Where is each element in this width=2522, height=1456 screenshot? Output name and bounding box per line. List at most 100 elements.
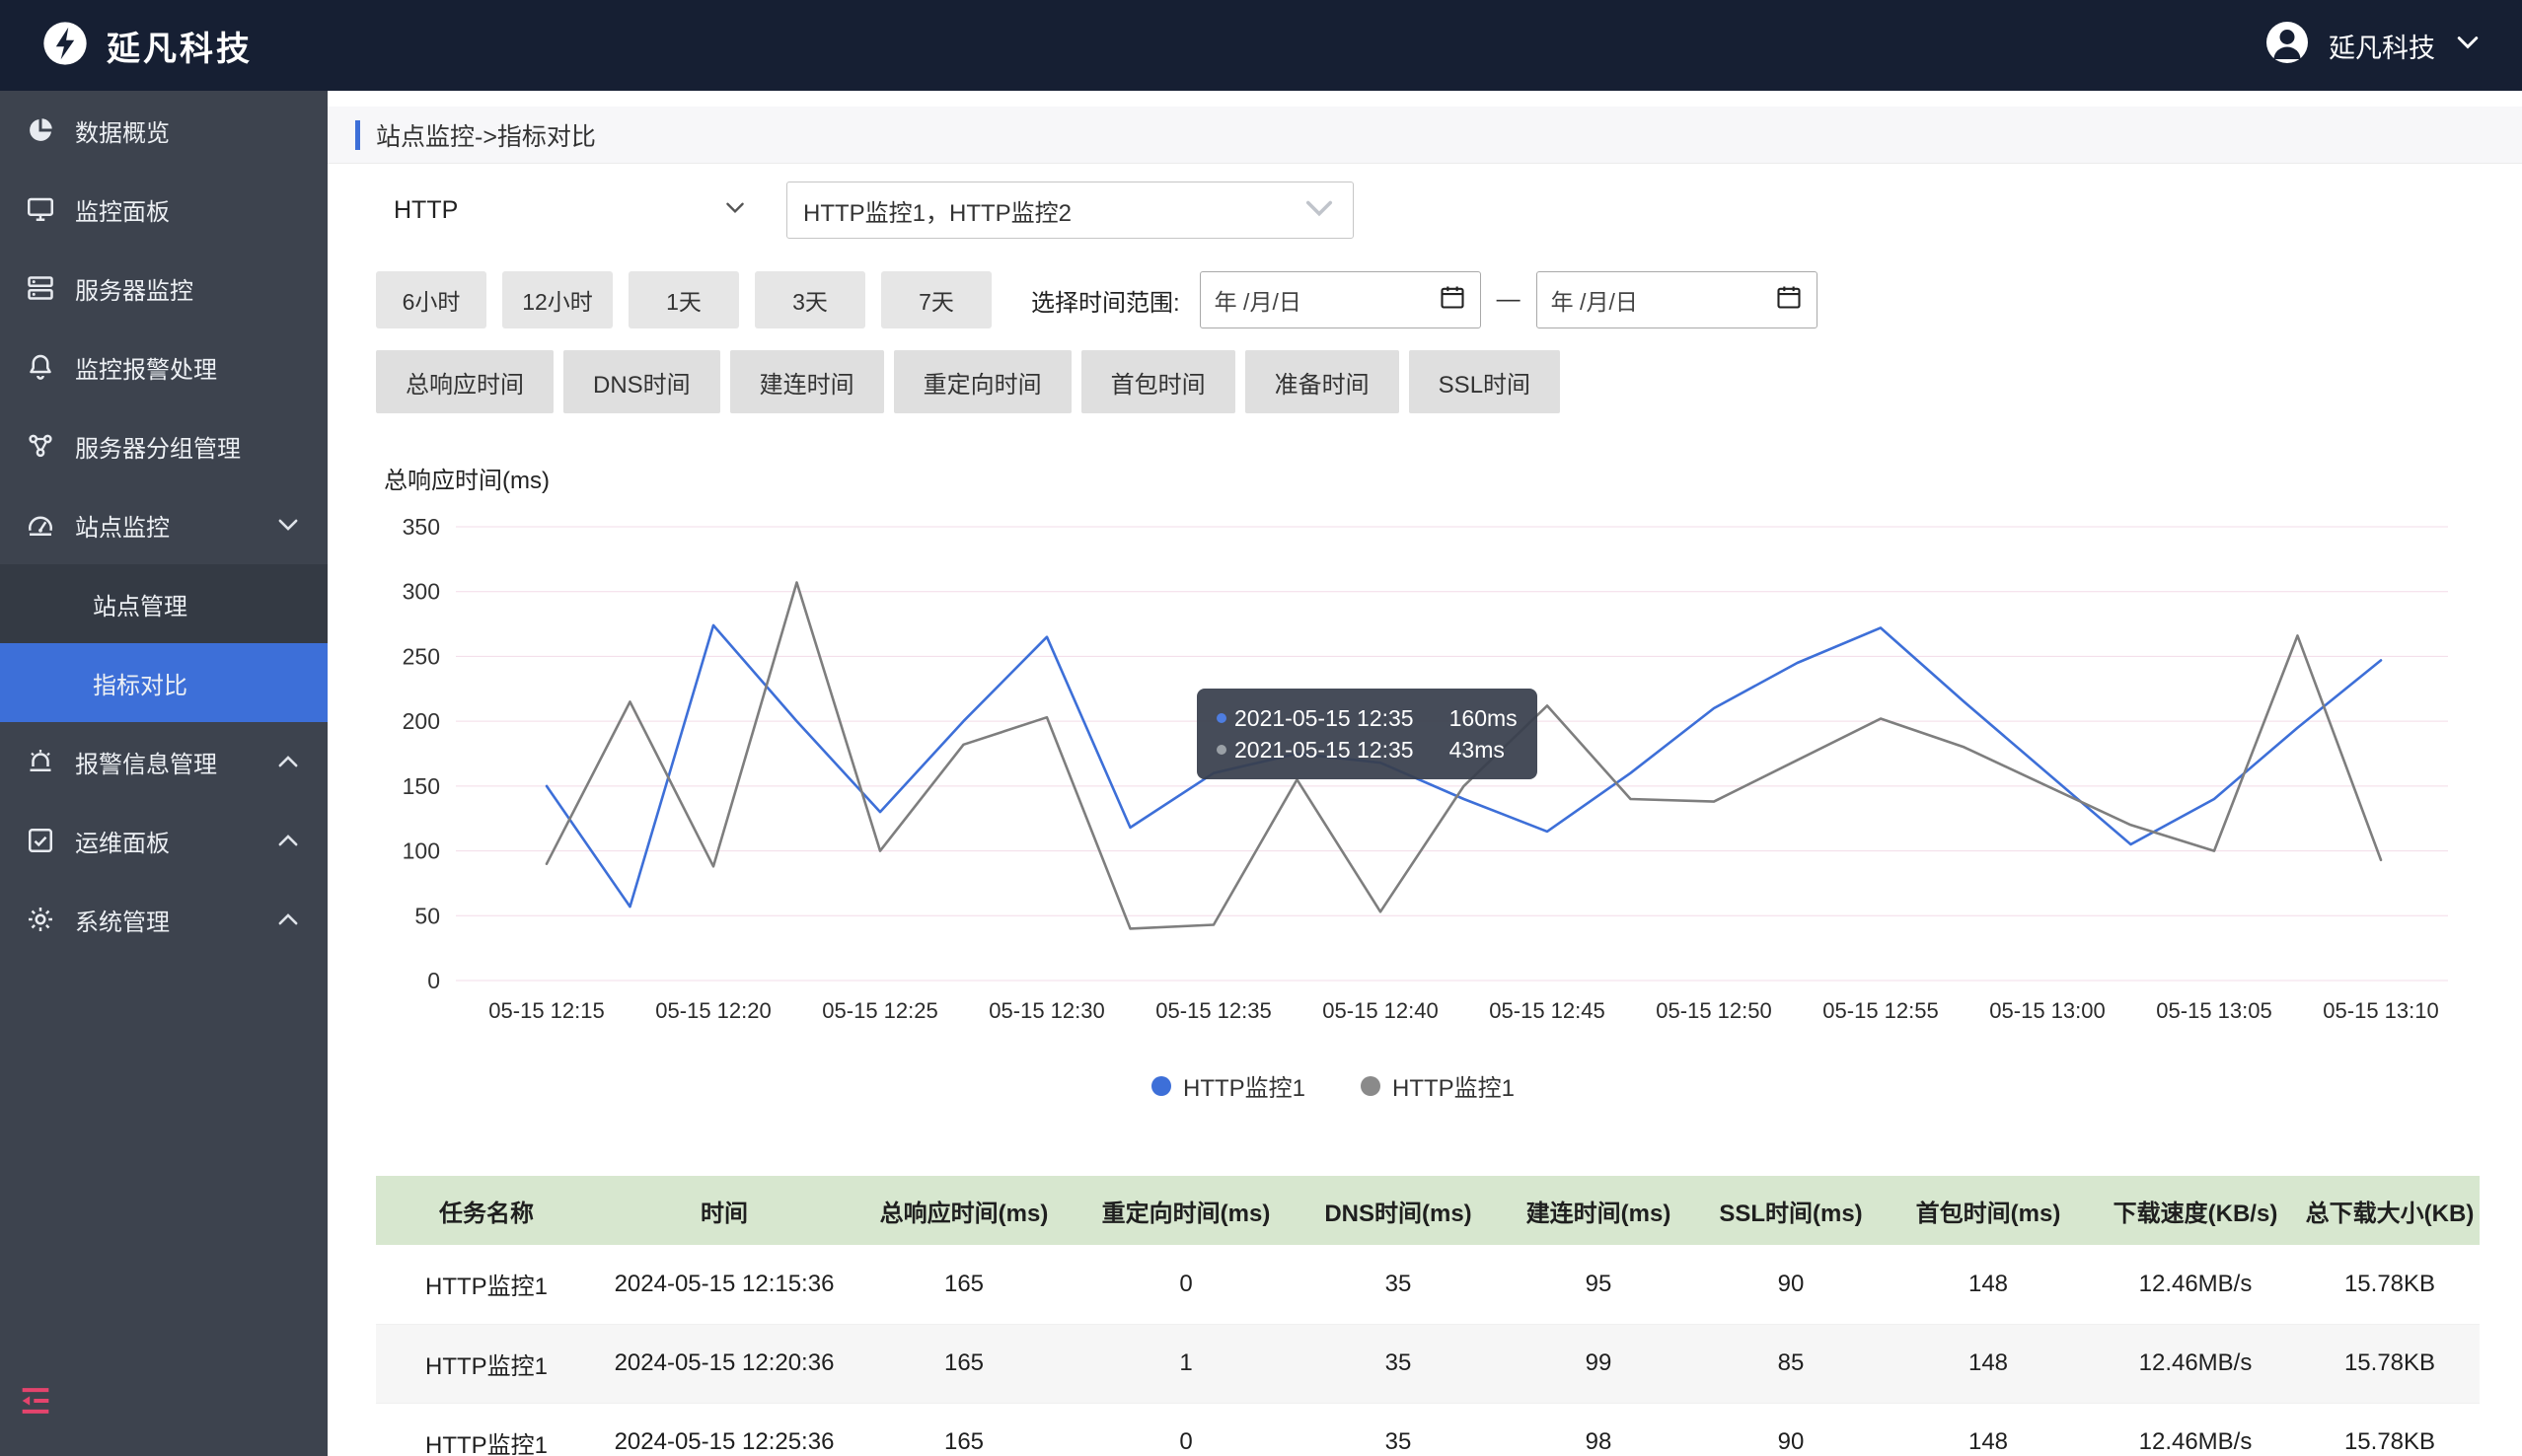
sidebar-item-monitor-panel[interactable]: 监控面板 bbox=[0, 170, 328, 249]
content-area: HTTP HTTP监控1，HTTP监控2 6小时 12小时 1天 3天 7天 选择时间范… bbox=[328, 182, 2522, 1456]
table-cell: 148 bbox=[1886, 1245, 2091, 1324]
tooltip-value: 160ms bbox=[1449, 705, 1518, 732]
date-start-placeholder: 年 /月/日 bbox=[1215, 283, 1301, 317]
time-range-button-4[interactable]: 7天 bbox=[881, 271, 992, 328]
sidebar-item-data-overview[interactable]: 数据概览 bbox=[0, 91, 328, 170]
sidebar-subitem-metric-compare[interactable]: 指标对比 bbox=[0, 643, 328, 722]
tooltip-time: 2021-05-15 12:35 bbox=[1234, 737, 1414, 764]
date-end-input[interactable]: 年 /月/日 bbox=[1536, 271, 1817, 328]
filter-row-selects: HTTP HTTP监控1，HTTP监控2 bbox=[376, 182, 2522, 239]
breadcrumb-bar: 站点监控->指标对比 bbox=[328, 107, 2522, 164]
chart: 05010015020025030035005-15 12:1505-15 12… bbox=[376, 501, 2480, 1055]
table-header-cell: 首包时间(ms) bbox=[1886, 1176, 2091, 1245]
time-range-button-0[interactable]: 6小时 bbox=[376, 271, 486, 328]
sidebar-item-system-manage[interactable]: 系统管理 bbox=[0, 880, 328, 959]
table-row: HTTP监控12024-05-15 12:20:3616513599851481… bbox=[376, 1324, 2480, 1403]
sidebar-item-alert-handling[interactable]: 监控报警处理 bbox=[0, 328, 328, 406]
protocol-select[interactable]: HTTP bbox=[384, 182, 762, 239]
filter-row-time: 6小时12小时1天3天7天 选择时间范围: 年 /月/日 — 年 /月/日 bbox=[376, 271, 2522, 328]
calendar-icon bbox=[1439, 283, 1466, 317]
sidebar-item-label: 监控面板 bbox=[75, 192, 302, 227]
time-range-button-3[interactable]: 3天 bbox=[755, 271, 865, 328]
table-cell: 148 bbox=[1886, 1403, 2091, 1456]
user-name: 延凡科技 bbox=[2329, 27, 2435, 65]
date-end-placeholder: 年 /月/日 bbox=[1551, 283, 1638, 317]
siren-icon bbox=[26, 746, 57, 777]
time-range-button-2[interactable]: 1天 bbox=[629, 271, 739, 328]
sidebar-item-alarm-info[interactable]: 报警信息管理 bbox=[0, 722, 328, 801]
svg-text:05-15 13:05: 05-15 13:05 bbox=[2156, 998, 2271, 1023]
metric-button-3[interactable]: 重定向时间 bbox=[894, 350, 1072, 413]
svg-text:05-15 12:45: 05-15 12:45 bbox=[1489, 998, 1604, 1023]
table-cell: 35 bbox=[1296, 1324, 1501, 1403]
table-cell: 35 bbox=[1296, 1403, 1501, 1456]
sidebar-item-label: 服务器分组管理 bbox=[75, 429, 302, 464]
chevron-up-icon bbox=[274, 827, 302, 854]
table-header-row: 任务名称时间总响应时间(ms)重定向时间(ms)DNS时间(ms)建连时间(ms… bbox=[376, 1176, 2480, 1245]
table-header-cell: 总下载大小(KB) bbox=[2300, 1176, 2480, 1245]
svg-text:05-15 13:10: 05-15 13:10 bbox=[2323, 998, 2438, 1023]
svg-text:300: 300 bbox=[403, 579, 440, 605]
sidebar-item-label: 服务器监控 bbox=[75, 271, 302, 306]
metric-button-4[interactable]: 首包时间 bbox=[1081, 350, 1235, 413]
tooltip-row: 2021-05-15 12:35 160ms bbox=[1217, 702, 1518, 734]
chart-tooltip: 2021-05-15 12:35160ms2021-05-15 12:3543m… bbox=[1197, 689, 1537, 779]
brand[interactable]: 延凡科技 bbox=[39, 18, 253, 74]
avatar-icon bbox=[2263, 19, 2311, 73]
table-header-cell: DNS时间(ms) bbox=[1296, 1176, 1501, 1245]
svg-text:05-15 12:30: 05-15 12:30 bbox=[989, 998, 1104, 1023]
svg-text:0: 0 bbox=[427, 968, 440, 993]
metric-button-0[interactable]: 总响应时间 bbox=[376, 350, 554, 413]
svg-text:05-15 12:55: 05-15 12:55 bbox=[1822, 998, 1938, 1023]
main-content: 站点监控->指标对比 HTTP HTTP监控1，HTTP监控2 6小时 12小时 1… bbox=[328, 91, 2522, 1456]
metric-button-2[interactable]: 建连时间 bbox=[730, 350, 884, 413]
monitor-select-value: HTTP监控1，HTTP监控2 bbox=[803, 193, 1072, 228]
sidebar-subitem-label: 站点管理 bbox=[93, 587, 187, 621]
table-header-cell: 建连时间(ms) bbox=[1501, 1176, 1696, 1245]
brand-logo-icon bbox=[39, 18, 91, 74]
table-cell: 2024-05-15 12:25:36 bbox=[597, 1403, 852, 1456]
table-cell: 99 bbox=[1501, 1324, 1696, 1403]
metric-button-1[interactable]: DNS时间 bbox=[563, 350, 720, 413]
chevron-up-icon bbox=[274, 906, 302, 933]
monitor-select[interactable]: HTTP监控1，HTTP监控2 bbox=[786, 182, 1354, 239]
table-cell: 98 bbox=[1501, 1403, 1696, 1456]
table-header-cell: 时间 bbox=[597, 1176, 852, 1245]
table-cell: 35 bbox=[1296, 1245, 1501, 1324]
date-start-input[interactable]: 年 /月/日 bbox=[1200, 271, 1481, 328]
legend-item-0[interactable]: HTTP监控1 bbox=[1151, 1068, 1305, 1103]
table-cell: HTTP监控1 bbox=[376, 1403, 597, 1456]
table-cell: 90 bbox=[1696, 1403, 1886, 1456]
sidebar-item-site-monitor[interactable]: 站点监控 bbox=[0, 485, 328, 564]
legend-item-1[interactable]: HTTP监控1 bbox=[1361, 1068, 1515, 1103]
svg-text:200: 200 bbox=[403, 708, 440, 734]
svg-text:50: 50 bbox=[414, 903, 440, 928]
metric-button-5[interactable]: 准备时间 bbox=[1245, 350, 1399, 413]
sidebar-item-label: 报警信息管理 bbox=[75, 745, 274, 779]
sidebar-item-server-groups[interactable]: 服务器分组管理 bbox=[0, 406, 328, 485]
sidebar-item-label: 站点监控 bbox=[75, 508, 274, 543]
tooltip-dot-icon bbox=[1217, 745, 1226, 755]
table-cell: 148 bbox=[1886, 1324, 2091, 1403]
table-cell: 165 bbox=[852, 1245, 1076, 1324]
tooltip-time: 2021-05-15 12:35 bbox=[1234, 705, 1414, 732]
svg-text:350: 350 bbox=[403, 514, 440, 540]
user-menu[interactable]: 延凡科技 bbox=[2263, 19, 2483, 73]
svg-text:05-15 13:00: 05-15 13:00 bbox=[1989, 998, 2105, 1023]
metric-button-6[interactable]: SSL时间 bbox=[1409, 350, 1560, 413]
sidebar-menu: 数据概览监控面板服务器监控监控报警处理服务器分组管理站点监控站点管理指标对比报警… bbox=[0, 91, 328, 959]
sidebar-item-ops-panel[interactable]: 运维面板 bbox=[0, 801, 328, 880]
metric-button-group: 总响应时间DNS时间建连时间重定向时间首包时间准备时间SSL时间 bbox=[376, 350, 2522, 413]
sidebar-item-label: 数据概览 bbox=[75, 113, 302, 148]
time-range-label: 选择时间范围: bbox=[1031, 283, 1180, 318]
sidebar-item-server-monitor[interactable]: 服务器监控 bbox=[0, 249, 328, 328]
sidebar-subitem-site-manage[interactable]: 站点管理 bbox=[0, 564, 328, 643]
time-range-button-1[interactable]: 12小时 bbox=[502, 271, 613, 328]
table-header-cell: 任务名称 bbox=[376, 1176, 597, 1245]
legend-label: HTTP监控1 bbox=[1392, 1068, 1515, 1103]
sidebar-collapse-icon[interactable] bbox=[16, 1381, 55, 1420]
sidebar-subitem-label: 指标对比 bbox=[93, 666, 187, 700]
table-cell: 12.46MB/s bbox=[2091, 1245, 2300, 1324]
table-cell: 2024-05-15 12:20:36 bbox=[597, 1324, 852, 1403]
svg-text:150: 150 bbox=[403, 773, 440, 799]
